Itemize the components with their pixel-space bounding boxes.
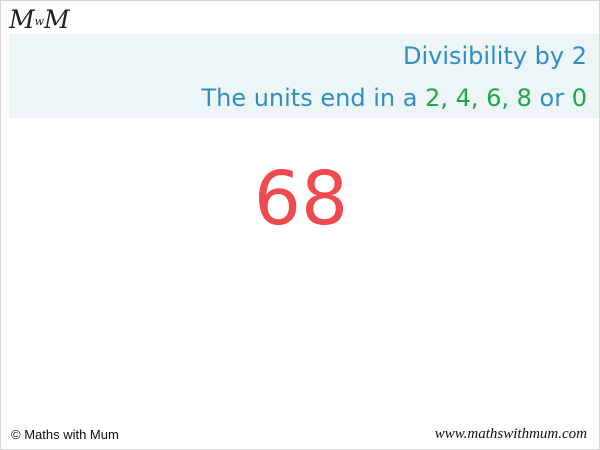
page-title: Divisibility by 2 (402, 42, 587, 70)
logo-letter-left: M (9, 5, 35, 34)
rule-connector: or (531, 84, 572, 112)
logo-letter-mid: w (34, 15, 45, 28)
slide: MwM Divisibility by 2 The units end in a… (0, 0, 600, 450)
copyright-text: © Maths with Mum (11, 427, 119, 442)
example-number: 68 (253, 156, 349, 242)
rule-prefix: The units end in a (201, 84, 426, 112)
website-link: www.mathswithmum.com (434, 426, 587, 442)
maths-with-mum-logo: MwM (9, 4, 70, 38)
rule-digits: 2, 4, 6, 8 (425, 84, 532, 112)
divisibility-rule: The units end in a 2, 4, 6, 8 or 0 (201, 83, 587, 113)
logo-letter-right: M (44, 5, 70, 34)
rule-last-digit: 0 (571, 84, 587, 112)
